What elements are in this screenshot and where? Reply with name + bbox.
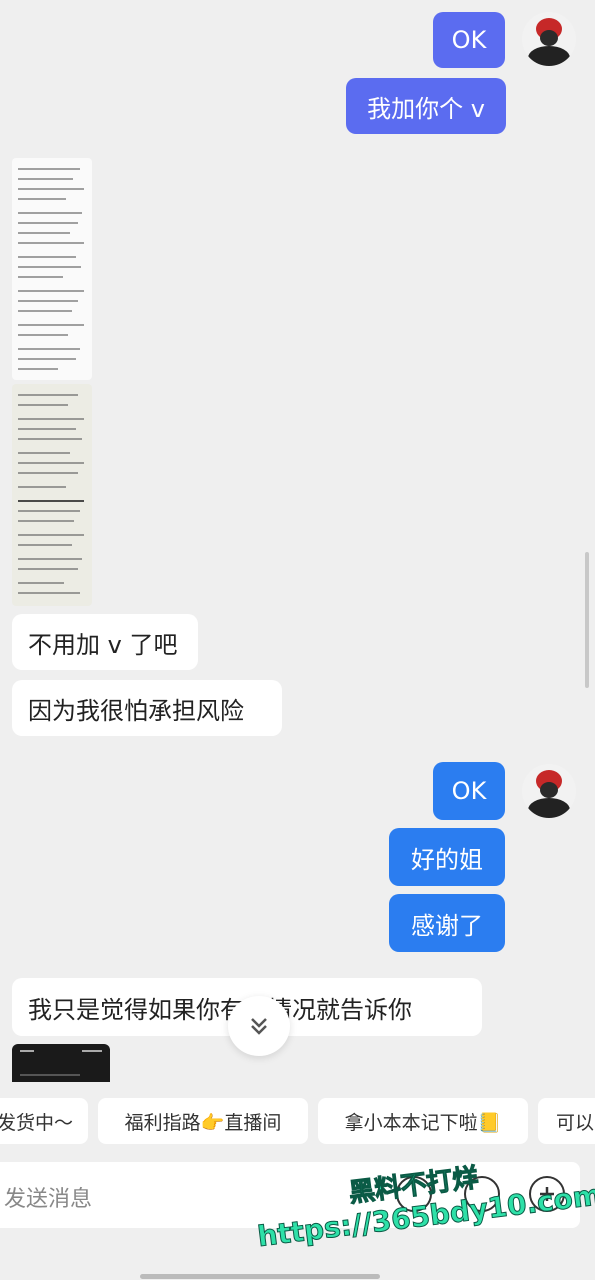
message-afraid-risk[interactable]: 因为我很怕承担风险	[12, 680, 282, 736]
quick-reply-chip[interactable]: 可以	[538, 1098, 595, 1144]
chip-label: 拿小本本记下啦📒	[344, 1111, 502, 1134]
message-good-sis[interactable]: 好的姐	[389, 828, 505, 886]
message-text: 感谢了	[411, 911, 483, 940]
message-add-v[interactable]: 我加你个 v	[346, 78, 506, 134]
chip-label: 可以	[556, 1111, 595, 1134]
quick-reply-chip[interactable]: 拿小本本记下啦📒	[318, 1098, 528, 1144]
message-ok-1[interactable]: OK	[433, 12, 505, 68]
message-thanks[interactable]: 感谢了	[389, 894, 505, 952]
message-text: 因为我很怕承担风险	[28, 696, 244, 725]
watermark: 黑料不打烊 https://365bdy10.com	[251, 1140, 595, 1272]
message-text: 不用加 v 了吧	[28, 630, 178, 659]
chip-label: 福利指路👉直播间	[124, 1111, 282, 1134]
document-image-2[interactable]	[12, 384, 92, 606]
quick-reply-chip[interactable]: 发货中～	[0, 1098, 88, 1144]
message-no-need-v[interactable]: 不用加 v 了吧	[12, 614, 198, 670]
scrollbar[interactable]	[585, 552, 589, 688]
avatar[interactable]	[522, 12, 576, 66]
home-indicator	[140, 1274, 380, 1279]
message-ok-2[interactable]: OK	[433, 762, 505, 820]
scroll-down-chevron-icon	[251, 1018, 267, 1035]
message-text: OK	[451, 777, 487, 805]
input-placeholder: 发送消息	[4, 1187, 93, 1212]
message-text: 我只是觉得如果你有的情况就告诉你	[28, 995, 412, 1024]
scroll-down-button[interactable]	[228, 996, 290, 1056]
message-text: 我加你个 v	[367, 94, 485, 123]
image-thumbnail[interactable]	[12, 1044, 110, 1082]
avatar[interactable]	[522, 764, 576, 818]
chip-label: 发货中～	[0, 1111, 73, 1134]
message-text: 好的姐	[411, 845, 483, 874]
quick-reply-chip[interactable]: 福利指路👉直播间	[98, 1098, 308, 1144]
message-text: OK	[451, 26, 487, 54]
document-image-1[interactable]	[12, 158, 92, 380]
